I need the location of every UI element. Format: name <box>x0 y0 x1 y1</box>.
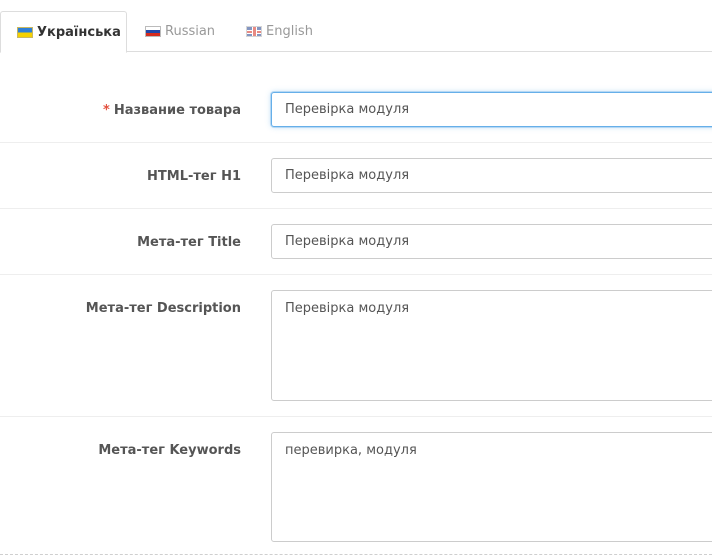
form-row-h1: HTML-тег H1 <box>0 143 712 209</box>
product-name-input[interactable] <box>271 92 712 127</box>
tab-russian[interactable]: Russian <box>145 11 215 52</box>
tab-english[interactable]: English <box>246 11 313 52</box>
required-mark: * <box>103 103 110 118</box>
h1-input[interactable] <box>271 158 712 193</box>
tab-label: Українська <box>37 24 121 40</box>
form-row-product-name: * Название товара <box>0 76 712 143</box>
tab-ukrainian[interactable]: Українська <box>0 11 127 53</box>
meta-description-textarea[interactable]: Перевірка модуля <box>271 290 712 401</box>
tab-label: English <box>266 24 313 39</box>
form-row-meta-description: Мета-тег Description Перевірка модуля <box>0 275 712 417</box>
language-tabs: Українська Russian English <box>0 0 712 53</box>
flag-uk-icon <box>246 26 262 37</box>
tab-label: Russian <box>165 24 216 39</box>
flag-ukraine-icon <box>17 26 33 38</box>
meta-title-input[interactable] <box>271 224 712 259</box>
meta-description-label: Мета-тег Description <box>85 301 241 316</box>
meta-keywords-textarea[interactable]: перевирка, модуля <box>271 432 712 542</box>
meta-title-label: Мета-тег Title <box>137 235 241 250</box>
product-name-label: * Название товара <box>103 103 241 118</box>
h1-label: HTML-тег H1 <box>147 169 241 184</box>
form-row-meta-keywords: Мета-тег Keywords перевирка, модуля <box>0 417 712 554</box>
flag-russia-icon <box>145 26 161 37</box>
form-row-meta-title: Мета-тег Title <box>0 209 712 275</box>
section-divider <box>0 554 712 555</box>
meta-keywords-label: Мета-тег Keywords <box>98 443 241 458</box>
